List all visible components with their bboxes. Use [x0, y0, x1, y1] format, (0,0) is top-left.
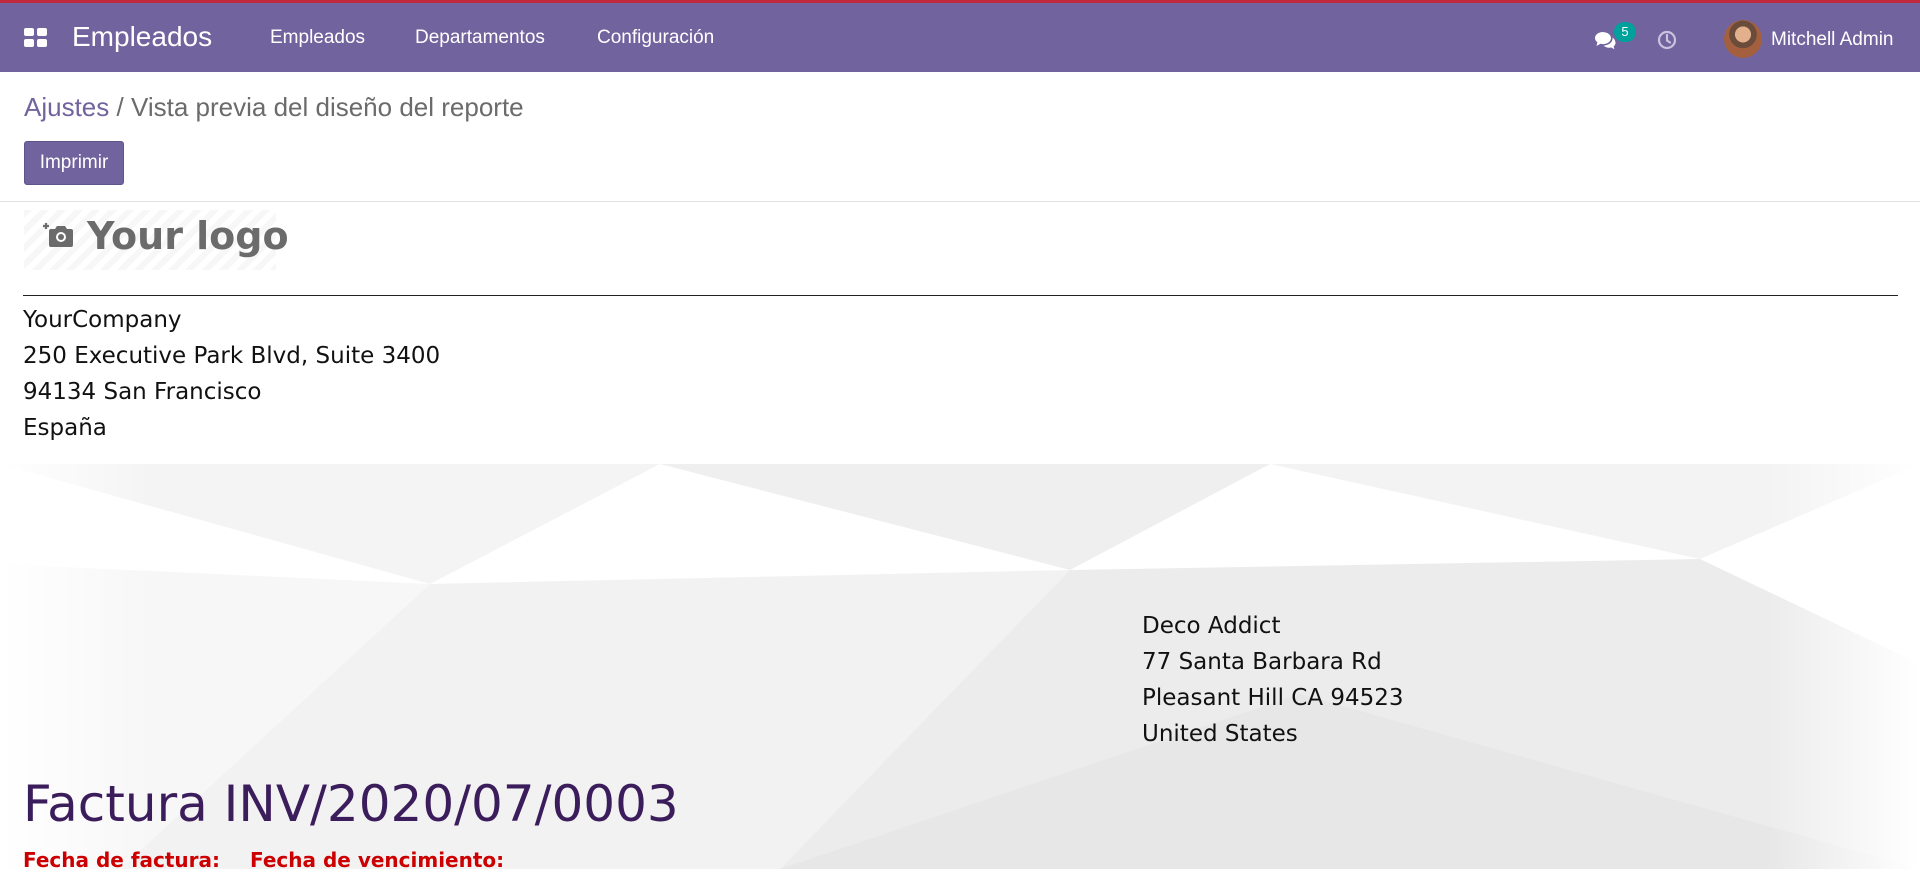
- company-address: YourCompany 250 Executive Park Blvd, Sui…: [23, 302, 440, 446]
- print-button[interactable]: Imprimir: [24, 141, 124, 185]
- user-avatar[interactable]: [1724, 20, 1762, 58]
- customer-street: 77 Santa Barbara Rd: [1142, 649, 1382, 675]
- breadcrumb-separator: /: [116, 92, 124, 122]
- customer-country: United States: [1142, 721, 1298, 747]
- header-rule: [23, 295, 1898, 296]
- logo-text: Your logo: [87, 214, 289, 258]
- company-name: YourCompany: [23, 307, 182, 333]
- customer-address: Deco Addict 77 Santa Barbara Rd Pleasant…: [1142, 608, 1404, 752]
- customer-name: Deco Addict: [1142, 613, 1281, 639]
- menu-item-empleados[interactable]: Empleados: [270, 27, 365, 49]
- menu-item-departamentos[interactable]: Departamentos: [415, 27, 545, 49]
- company-city: 94134 San Francisco: [23, 379, 262, 405]
- breadcrumb: Ajustes / Vista previa del diseño del re…: [24, 92, 524, 123]
- add-photo-camera-icon[interactable]: [42, 221, 74, 249]
- breadcrumb-ajustes[interactable]: Ajustes: [24, 92, 109, 122]
- customer-city: Pleasant Hill CA 94523: [1142, 685, 1404, 711]
- app-title[interactable]: Empleados: [72, 21, 212, 53]
- due-date-label: Fecha de vencimiento:: [250, 848, 505, 872]
- invoice-date-label: Fecha de factura:: [23, 848, 221, 872]
- company-country: España: [23, 415, 107, 441]
- company-street: 250 Executive Park Blvd, Suite 3400: [23, 343, 441, 369]
- invoice-title: Factura INV/2020/07/0003: [23, 775, 679, 833]
- breadcrumb-current: Vista previa del diseño del reporte: [130, 92, 524, 122]
- top-navbar: Empleados Empleados Departamentos Config…: [0, 0, 1920, 72]
- clock-icon[interactable]: [1657, 30, 1677, 50]
- menu-item-configuracion[interactable]: Configuración: [597, 27, 714, 49]
- messages-count-badge: 5: [1614, 22, 1636, 42]
- app-grid-icon[interactable]: [24, 28, 48, 48]
- user-name[interactable]: Mitchell Admin: [1771, 29, 1894, 51]
- control-panel-divider: [0, 201, 1920, 202]
